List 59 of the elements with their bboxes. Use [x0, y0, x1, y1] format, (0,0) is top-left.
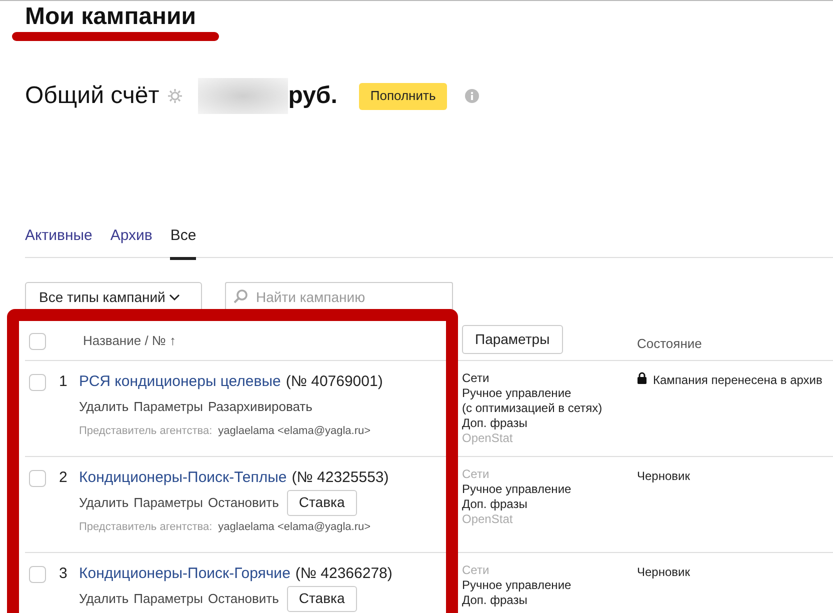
parameter-text: Сети	[462, 371, 490, 386]
action-link[interactable]: Разархивировать	[208, 396, 312, 416]
parameter-text: Сети	[462, 563, 490, 578]
agent-contact: yaglaelama <elama@yagla.ru>	[218, 520, 371, 534]
bid-button[interactable]: Ставка	[286, 586, 357, 612]
parameter-text: Ручное управление	[462, 482, 572, 497]
parameter-text: Доп. фразы	[462, 593, 528, 608]
status-text: Черновик	[637, 564, 690, 581]
campaign-type-dropdown[interactable]: Все типы кампаний	[25, 282, 202, 312]
parameters-button[interactable]: Параметры	[462, 324, 563, 354]
gear-icon[interactable]	[167, 88, 184, 104]
parameter-text: (с оптимизацией в сетях)	[462, 401, 604, 416]
status-text: Кампания перенесена в архив	[653, 372, 822, 389]
search-icon	[233, 289, 248, 304]
parameter-text: OpenStat	[462, 512, 514, 527]
column-header[interactable]: Состояние	[637, 334, 702, 354]
row-number: 2	[59, 468, 68, 488]
action-link[interactable]: Остановить	[208, 492, 279, 512]
currency-label: руб.	[288, 81, 338, 111]
checkbox[interactable]	[29, 374, 46, 391]
checkbox[interactable]	[29, 332, 46, 350]
action-link[interactable]: Удалить	[79, 396, 129, 416]
action-link[interactable]: Удалить	[79, 588, 129, 608]
status-text: Черновик	[637, 468, 690, 485]
account-label: Общий счёт	[25, 81, 160, 111]
checkbox[interactable]	[29, 470, 46, 487]
campaign-link[interactable]: Кондиционеры-Поиск-Теплые	[79, 467, 287, 490]
tab[interactable]: Все	[170, 218, 196, 260]
column-header[interactable]: Название / № ↑	[83, 331, 176, 351]
campaign-number: (№ 42366278)	[295, 564, 392, 584]
parameter-text: Ручное управление	[462, 578, 572, 593]
agent-contact: yaglaelama <elama@yagla.ru>	[218, 424, 371, 438]
top-up-button[interactable]: Пополнить	[359, 82, 447, 110]
parameter-text: Сети	[462, 467, 490, 482]
info-icon[interactable]	[464, 89, 479, 103]
chevron-down-icon	[169, 294, 180, 300]
campaign-number: (№ 42325553)	[292, 468, 389, 488]
parameter-text: Доп. фразы	[462, 416, 528, 431]
action-link[interactable]: Параметры	[134, 396, 203, 416]
action-link[interactable]: Удалить	[79, 492, 129, 512]
action-link[interactable]: Параметры	[134, 492, 203, 512]
search-field[interactable]: Найти кампанию	[225, 282, 453, 312]
parameter-text: Ручное управление	[462, 386, 572, 401]
parameter-text: OpenStat	[462, 431, 514, 446]
campaign-link[interactable]: Кондиционеры-Поиск-Горячие	[79, 563, 290, 586]
campaign-number: (№ 40769001)	[286, 372, 383, 392]
agent-label: Представитель агентства:	[79, 424, 212, 438]
checkbox[interactable]	[29, 566, 46, 583]
row-number: 1	[59, 372, 68, 392]
action-link[interactable]: Параметры	[134, 588, 203, 608]
bid-button[interactable]: Ставка	[286, 490, 357, 516]
tab[interactable]: Активные	[25, 218, 92, 260]
action-link[interactable]: Остановить	[208, 588, 279, 608]
page-title: Мои кампании	[25, 2, 198, 32]
parameter-text: Доп. фразы	[462, 497, 528, 512]
campaign-link[interactable]: РСЯ кондиционеры целевые	[79, 371, 281, 394]
agent-label: Представитель агентства:	[79, 520, 212, 534]
row-number: 3	[59, 564, 68, 584]
tab[interactable]: Архив	[110, 218, 152, 260]
